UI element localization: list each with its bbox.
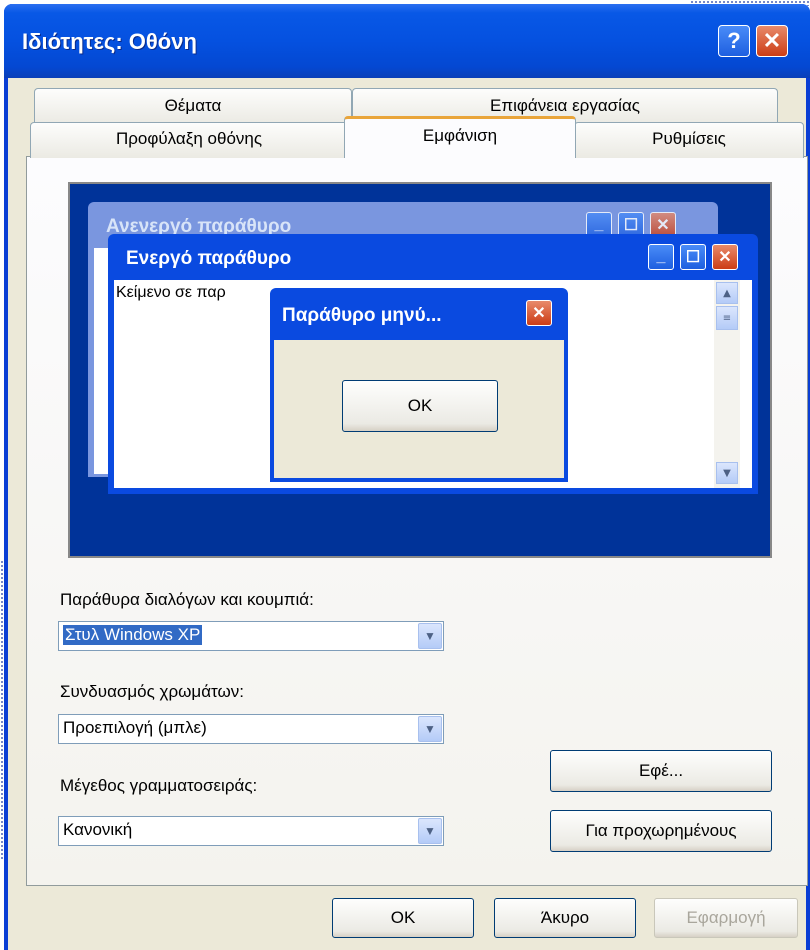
appearance-preview: Ανενεργό παράθυρο _ ☐ ✕ Ενεργό παράθυρο … <box>68 182 772 558</box>
message-ok-button: OK <box>342 380 498 432</box>
close-button[interactable]: ✕ <box>756 25 788 57</box>
color-scheme-select[interactable]: Προεπιλογή (μπλε) ▼ <box>58 714 444 744</box>
scroll-up-icon: ▲ <box>716 282 738 304</box>
help-button[interactable]: ? <box>718 25 750 57</box>
close-icon: ✕ <box>526 300 552 326</box>
display-properties-dialog: Ιδιότητες: Οθόνη ? ✕ Θέματα Επιφάνεια ερ… <box>4 4 810 950</box>
chevron-down-icon[interactable]: ▼ <box>418 623 442 649</box>
effects-button[interactable]: Εφέ... <box>550 750 772 792</box>
message-box-preview: Παράθυρο μηνύ... ✕ OK <box>270 288 568 482</box>
styles-select[interactable]: Στυλ Windows XP ▼ <box>58 621 444 651</box>
ok-button[interactable]: OK <box>332 898 474 938</box>
chevron-down-icon[interactable]: ▼ <box>418 716 442 742</box>
close-icon: ✕ <box>762 28 782 53</box>
scroll-down-icon: ▼ <box>716 462 738 484</box>
dialog-client: Θέματα Επιφάνεια εργασίας Προφύλαξη οθόν… <box>8 78 808 950</box>
font-size-select[interactable]: Κανονική ▼ <box>58 816 444 846</box>
advanced-button[interactable]: Για προχωρημένους <box>550 810 772 852</box>
window-title: Ιδιότητες: Οθόνη <box>22 29 197 54</box>
font-size-label: Μέγεθος γραμματοσειράς: <box>60 776 258 795</box>
preview-scrollbar: ▲ ≡ ▼ <box>714 280 740 488</box>
active-window-title: Ενεργό παράθυρο <box>126 248 292 269</box>
apply-button[interactable]: Εφαρμογή <box>654 898 798 938</box>
styles-value: Στυλ Windows XP <box>61 624 204 646</box>
maximize-icon: ☐ <box>680 244 706 270</box>
message-box-body: OK <box>274 340 564 478</box>
styles-label: Παράθυρα διαλόγων και κουμπιά: <box>60 590 314 609</box>
chevron-down-icon[interactable]: ▼ <box>418 818 442 844</box>
close-icon: ✕ <box>712 244 738 270</box>
font-size-value: Κανονική <box>63 820 133 839</box>
title-bar[interactable]: Ιδιότητες: Οθόνη ? ✕ <box>4 4 810 78</box>
color-scheme-label: Συνδυασμός χρωμάτων: <box>60 682 245 701</box>
tab-screensaver[interactable]: Προφύλαξη οθόνης <box>30 122 348 158</box>
window-text-sample: Κείμενο σε παρ <box>116 284 226 301</box>
help-icon: ? <box>727 28 741 53</box>
tab-themes[interactable]: Θέματα <box>34 88 352 124</box>
scroll-thumb: ≡ <box>716 306 738 330</box>
message-box-title: Παράθυρο μηνύ... <box>282 305 442 326</box>
minimize-icon: _ <box>648 244 674 270</box>
tab-appearance[interactable]: Εμφάνιση <box>344 116 576 158</box>
cancel-button[interactable]: Άκυρο <box>494 898 636 938</box>
tab-settings[interactable]: Ρυθμίσεις <box>574 122 804 158</box>
color-scheme-value: Προεπιλογή (μπλε) <box>63 718 207 737</box>
